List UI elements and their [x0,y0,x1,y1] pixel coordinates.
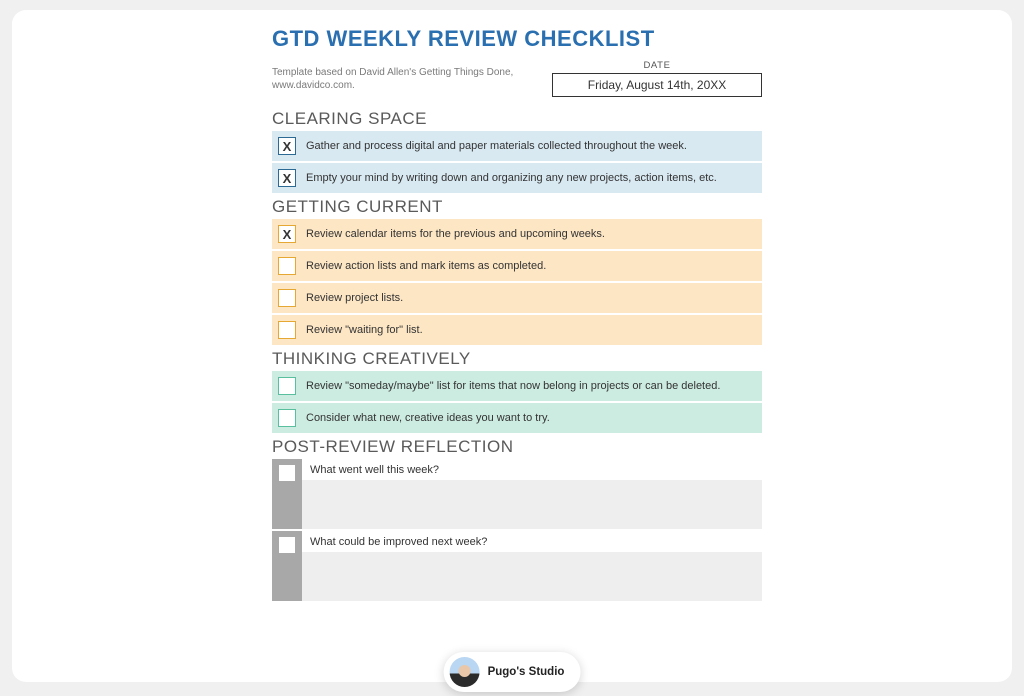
checklist-item-text: Review "someday/maybe" list for items th… [306,380,720,392]
checkbox[interactable] [278,409,296,427]
reflection-question: What could be improved next week? [302,531,762,552]
checklist-item: Consider what new, creative ideas you wa… [272,403,762,433]
checklist-item: X Gather and process digital and paper m… [272,131,762,161]
avatar [450,657,480,687]
checkbox[interactable]: X [278,169,296,187]
reflection-item: What could be improved next week? [272,531,762,601]
reflection-body: What went well this week? [302,459,762,529]
date-block: DATE Friday, August 14th, 20XX [552,60,762,97]
page-card: GTD WEEKLY REVIEW CHECKLIST Template bas… [12,10,1012,682]
checkbox[interactable] [278,377,296,395]
checkbox[interactable] [279,537,295,553]
checklist-item-text: Consider what new, creative ideas you wa… [306,412,550,424]
checkbox[interactable]: X [278,137,296,155]
checkbox[interactable] [278,321,296,339]
date-input[interactable]: Friday, August 14th, 20XX [552,73,762,97]
author-name: Pugo's Studio [488,666,565,679]
checkbox[interactable] [279,465,295,481]
checkbox[interactable] [278,257,296,275]
reflection-question: What went well this week? [302,459,762,480]
checklist-item-text: Empty your mind by writing down and orga… [306,172,717,184]
section-heading-current: GETTING CURRENT [272,197,762,217]
document: GTD WEEKLY REVIEW CHECKLIST Template bas… [272,26,762,603]
date-label: DATE [552,60,762,71]
template-attribution: Template based on David Allen's Getting … [272,60,536,92]
checklist-item: X Empty your mind by writing down and or… [272,163,762,193]
checklist-item: Review action lists and mark items as co… [272,251,762,281]
section-heading-reflection: POST-REVIEW REFLECTION [272,437,762,457]
checklist-item-text: Review calendar items for the previous a… [306,228,605,240]
reflection-item: What went well this week? [272,459,762,529]
checklist-item-text: Review "waiting for" list. [306,324,423,336]
meta-row: Template based on David Allen's Getting … [272,60,762,97]
checklist-item-text: Gather and process digital and paper mat… [306,140,687,152]
checkbox[interactable]: X [278,225,296,243]
page-title: GTD WEEKLY REVIEW CHECKLIST [272,26,762,52]
reflection-textarea[interactable] [302,552,762,601]
checkbox[interactable] [278,289,296,307]
author-badge[interactable]: Pugo's Studio [444,652,581,692]
reflection-body: What could be improved next week? [302,531,762,601]
section-heading-creative: THINKING CREATIVELY [272,349,762,369]
section-heading-clearing: CLEARING SPACE [272,109,762,129]
checklist-item: Review project lists. [272,283,762,313]
checklist-item: Review "waiting for" list. [272,315,762,345]
reflection-textarea[interactable] [302,480,762,529]
checklist-item: Review "someday/maybe" list for items th… [272,371,762,401]
reflection-strip [272,459,302,529]
reflection-strip [272,531,302,601]
checklist-item: X Review calendar items for the previous… [272,219,762,249]
checklist-item-text: Review action lists and mark items as co… [306,260,546,272]
checklist-item-text: Review project lists. [306,292,403,304]
